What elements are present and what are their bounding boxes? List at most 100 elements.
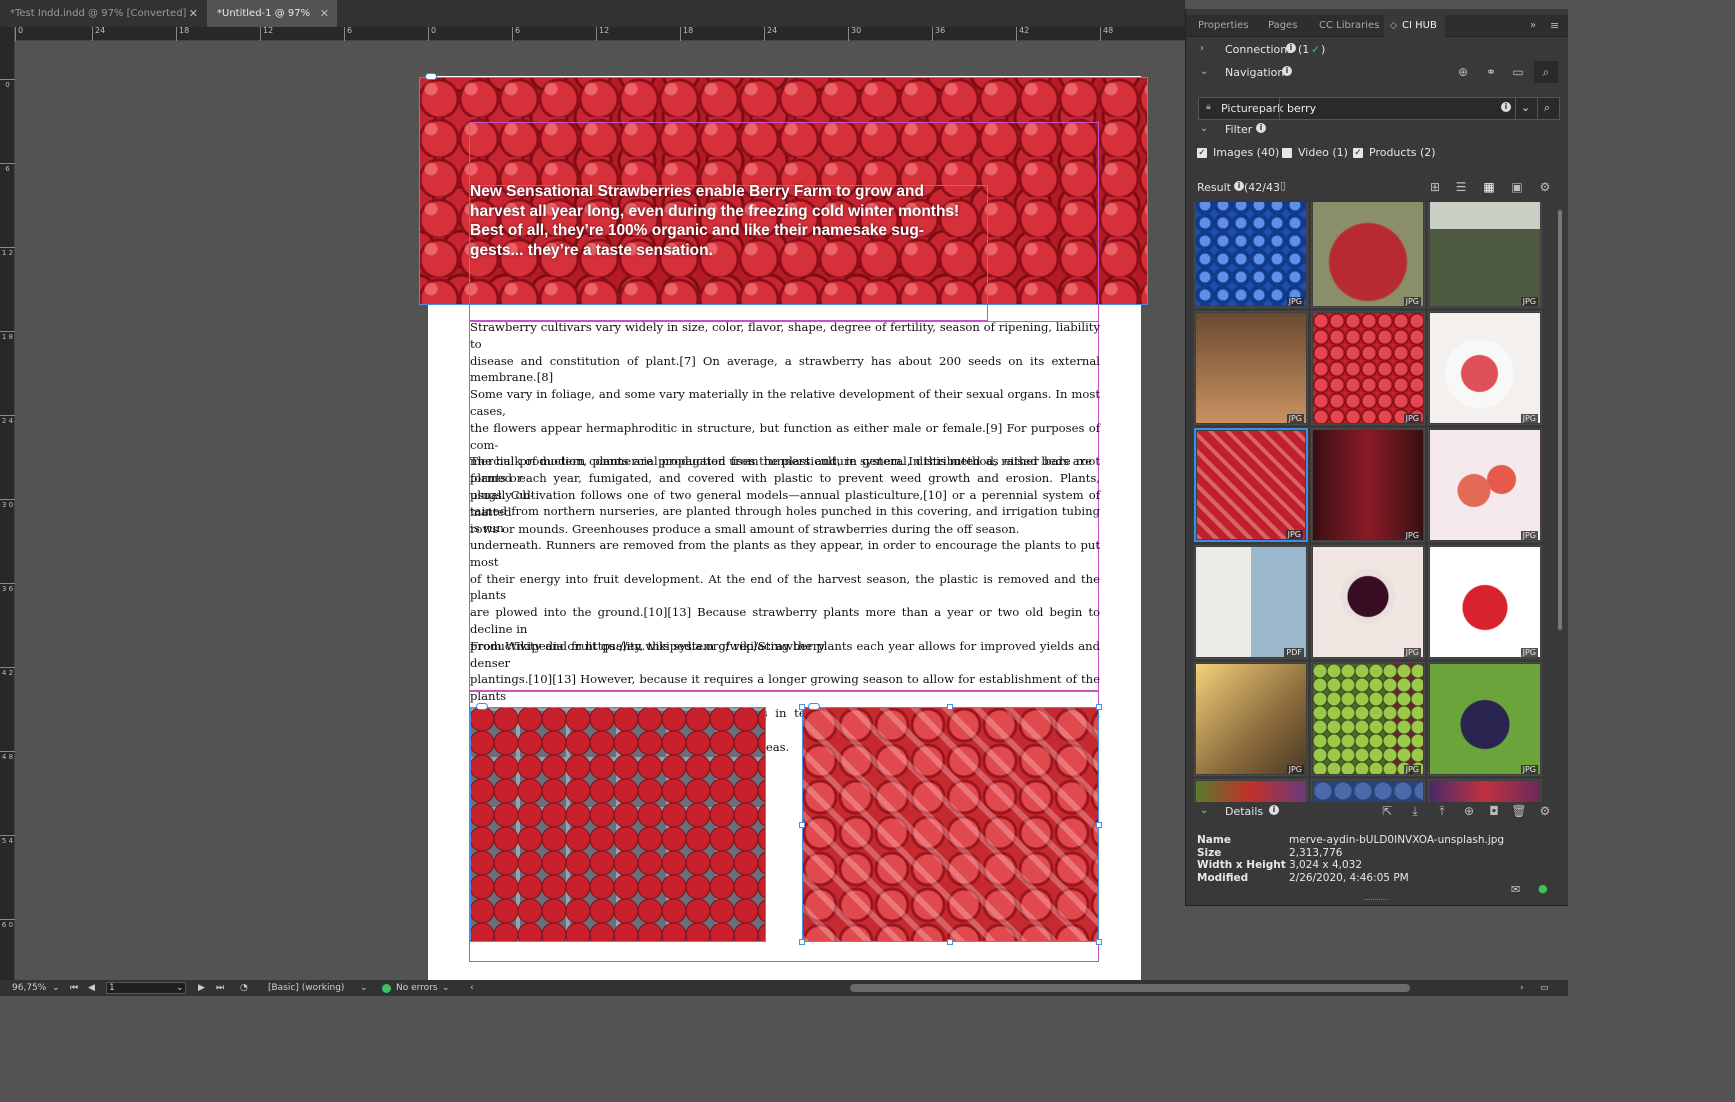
grid-small-icon[interactable]: ⊞ [1426, 178, 1444, 196]
source-line[interactable]: From Wikipedia on https://en.wikipedia.o… [470, 638, 1100, 655]
result-thumbnail[interactable]: JPG [1311, 311, 1425, 425]
result-thumbnail[interactable]: JPG [1428, 428, 1542, 542]
tab-properties[interactable]: Properties [1190, 15, 1257, 37]
profile-label[interactable]: [Basic] (working) [268, 980, 344, 996]
preflight-icon[interactable]: ◔ [240, 980, 248, 996]
link-icon[interactable] [425, 73, 437, 80]
zoom-icon[interactable]: ⊕ [1460, 802, 1478, 820]
resize-handle[interactable] [947, 939, 953, 945]
result-thumbnail[interactable]: JPG [1194, 662, 1308, 776]
filter-images-checkbox[interactable]: ✓ Images (40) [1197, 146, 1279, 159]
sliced-strawberries-image[interactable] [802, 707, 1099, 942]
vertical-ruler[interactable]: 0 6 1 2 1 8 2 4 3 0 3 6 4 2 4 8 5 4 6 0 [0, 27, 15, 980]
navigation-section[interactable]: ⌄ Navigation i ⊕ ⚭ ▭ ⌕ [1186, 61, 1568, 83]
result-thumbnail[interactable]: PDF [1194, 545, 1308, 659]
scroll-left-icon[interactable]: ‹ [470, 980, 474, 996]
link-icon[interactable]: ⚭ [1482, 63, 1500, 81]
mail-icon[interactable]: ✉ [1511, 883, 1520, 896]
resize-handle[interactable] [799, 939, 805, 945]
link-icon[interactable] [808, 703, 820, 710]
filter-products-checkbox[interactable]: ✓ Products (2) [1353, 146, 1436, 159]
tab-cc-libraries[interactable]: CC Libraries [1311, 15, 1387, 37]
result-thumbnail[interactable] [1428, 779, 1542, 802]
chevron-right-icon[interactable]: › [1200, 43, 1204, 54]
result-thumbnail[interactable]: JPG [1194, 311, 1308, 425]
split-view-icon[interactable]: ▭ [1540, 980, 1549, 996]
chevron-down-icon[interactable]: ⌄ [52, 980, 60, 996]
filter-video-checkbox[interactable]: Video (1) [1282, 146, 1348, 159]
result-thumbnail[interactable]: JPG [1311, 428, 1425, 542]
result-thumbnail[interactable]: JPG [1428, 311, 1542, 425]
resize-grip[interactable] [1364, 899, 1388, 902]
last-page-icon[interactable]: ⏭ [216, 980, 224, 996]
lock-icon[interactable]: ◘ [1485, 802, 1503, 820]
search-icon[interactable]: ⌕ [1544, 101, 1550, 115]
result-thumbnail[interactable]: JPG [1311, 662, 1425, 776]
user-icon[interactable]: ● [1538, 882, 1548, 895]
gear-icon[interactable]: ⚙ [1536, 178, 1554, 196]
next-page-icon[interactable]: ▶ [198, 980, 205, 996]
text-line: are plowed into the ground.[10][13] Beca… [470, 605, 1100, 636]
filter-section[interactable]: ⌄ Filter i [1186, 123, 1568, 137]
chevron-down-icon[interactable]: ⌄ [1521, 101, 1530, 114]
result-thumbnail[interactable]: JPG [1428, 202, 1542, 308]
search-icon[interactable]: ⌕ [1534, 61, 1558, 83]
previous-page-icon[interactable]: ◀ [88, 980, 95, 996]
grid-view-icon[interactable]: ▦ [1480, 178, 1498, 196]
resize-handle[interactable] [799, 704, 805, 710]
scroll-right-icon[interactable]: › [1520, 980, 1524, 996]
chevron-down-icon[interactable]: ⌄ [1200, 123, 1208, 134]
link-icon[interactable] [476, 703, 488, 710]
source-label[interactable]: Picturepark [1221, 102, 1283, 115]
horizontal-ruler[interactable]: 0 24 18 12 6 0 6 12 18 24 30 36 42 48 [15, 27, 1185, 41]
tab-untitled-1[interactable]: *Untitled-1 @ 97% ✕ [207, 0, 337, 27]
chevron-down-icon[interactable]: ⌄ [1200, 66, 1208, 77]
result-grid: JPG JPG JPG JPG JPG JPG JPG JPG JPG PDF JPG JPG JPG J… [1194, 202, 1549, 802]
upload-icon[interactable]: ⤒ [1433, 802, 1451, 820]
chevron-down-icon[interactable]: ⌄ [1200, 805, 1208, 816]
resize-handle[interactable] [799, 822, 805, 828]
connections-section[interactable]: › Connections i (1 ✓ ) [1186, 43, 1568, 57]
headline-text[interactable]: New Sensational Strawberries enable Berr… [470, 182, 990, 260]
download-icon[interactable]: ⤓ [1406, 802, 1424, 820]
preview-view-icon[interactable]: ▣ [1508, 178, 1526, 196]
details-section[interactable]: ⌄ Details i ⇱ ⤓ ⤒ ⊕ ◘ 🗑︎ ⚙ [1186, 802, 1568, 820]
close-icon[interactable]: ✕ [320, 0, 329, 27]
result-thumbnail[interactable]: JPG [1428, 662, 1542, 776]
folder-icon[interactable]: ▭ [1509, 63, 1527, 81]
panel-scrollbar[interactable] [1558, 210, 1562, 630]
resize-handle[interactable] [1096, 822, 1102, 828]
close-icon[interactable]: ✕ [189, 0, 198, 27]
result-thumbnail[interactable]: JPG [1428, 545, 1542, 659]
first-page-icon[interactable]: ⏮ [70, 980, 78, 996]
result-thumbnail[interactable]: JPG [1194, 428, 1308, 542]
zoom-icon[interactable]: ⊕ [1454, 63, 1472, 81]
chevron-down-icon[interactable]: ⌄ [360, 980, 368, 996]
search-bar[interactable]: 🔒︎ Picturepark berry i ⌄ ⌕ [1198, 97, 1560, 120]
tab-test-indd[interactable]: *Test Indd.indd @ 97% [Converted] ✕ [0, 0, 206, 27]
collapse-panel-icon[interactable]: » [1530, 15, 1536, 37]
chevron-down-icon[interactable]: ⌄ [176, 980, 184, 996]
result-thumbnail[interactable]: JPG [1311, 202, 1425, 308]
external-link-icon[interactable]: ⇱ [1378, 802, 1396, 820]
panel-menu-icon[interactable]: ≡ [1550, 15, 1559, 37]
error-status[interactable]: No errors [396, 980, 438, 996]
resize-handle[interactable] [947, 704, 953, 710]
page-number-field[interactable]: 1 [106, 982, 186, 994]
zoom-level[interactable]: 96,75% [12, 980, 46, 996]
trash-icon[interactable]: 🗑︎ [1510, 802, 1528, 820]
chevron-down-icon[interactable]: ⌄ [442, 980, 450, 996]
strawberry-crates-image[interactable] [470, 707, 766, 942]
result-thumbnail[interactable] [1311, 779, 1425, 802]
page-icon[interactable]: ▯ [1280, 179, 1286, 192]
list-view-icon[interactable]: ☰ [1452, 178, 1470, 196]
horizontal-scrollbar[interactable] [850, 984, 1410, 992]
resize-handle[interactable] [1096, 704, 1102, 710]
search-input[interactable]: berry [1287, 102, 1316, 115]
result-thumbnail[interactable]: JPG [1311, 545, 1425, 659]
result-thumbnail[interactable]: JPG [1194, 202, 1308, 308]
gear-icon[interactable]: ⚙ [1536, 802, 1554, 820]
tab-pages[interactable]: Pages [1260, 15, 1305, 37]
result-thumbnail[interactable] [1194, 779, 1308, 802]
resize-handle[interactable] [1096, 939, 1102, 945]
